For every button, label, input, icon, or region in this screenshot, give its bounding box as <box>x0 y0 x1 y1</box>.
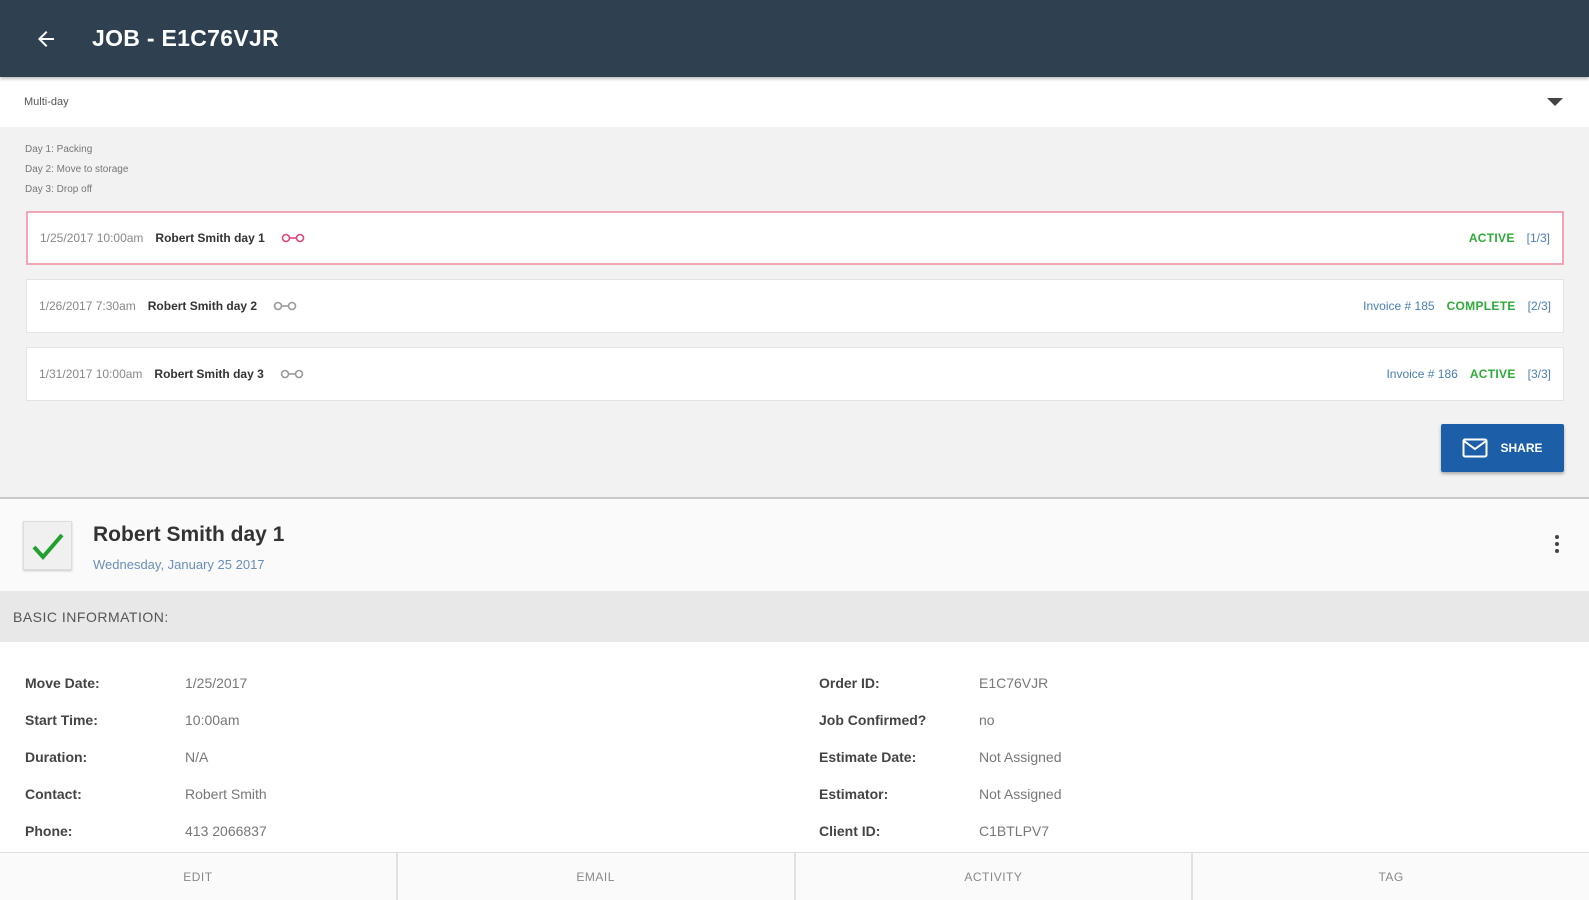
info-value: N/A <box>185 748 209 765</box>
email-button[interactable]: EMAIL <box>398 853 796 900</box>
section-title: BASIC INFORMATION: <box>0 591 1589 642</box>
info-row: Duration: N/A <box>25 738 267 775</box>
info-row: Estimate Date: Not Assigned <box>819 738 1062 775</box>
info-label: Start Time: <box>25 711 98 728</box>
info-label: Client ID: <box>819 822 881 839</box>
status-badge: ACTIVE <box>1469 367 1516 381</box>
info-row: Phone: 413 2066837 <box>25 812 267 849</box>
link-icon <box>273 300 297 312</box>
info-row: Estimator: Not Assigned <box>819 775 1062 812</box>
job-status-checkbox[interactable] <box>23 521 72 570</box>
job-header: Robert Smith day 1 Wednesday, January 25… <box>0 499 1589 591</box>
mail-icon <box>1462 438 1488 458</box>
info-row: Contact: Robert Smith <box>25 775 267 812</box>
more-options-icon[interactable] <box>1545 529 1569 559</box>
basic-info: Move Date: 1/25/2017 Start Time: 10:00am D… <box>0 642 1589 852</box>
note-line: Day 1: Packing <box>25 144 93 155</box>
info-label: Job Confirmed? <box>819 711 927 728</box>
info-column-right: Order ID: E1C76VJR Job Confirmed? no Estim… <box>819 664 1062 849</box>
info-row: Start Time: 10:00am <box>25 701 267 738</box>
back-button[interactable] <box>24 17 68 61</box>
day-count: [2/3] <box>1527 299 1551 313</box>
day-date: 1/25/2017 10:00am <box>40 231 144 245</box>
share-button[interactable]: SHARE <box>1441 424 1564 472</box>
link-icon <box>281 232 305 244</box>
mode-label: Multi-day <box>24 96 69 108</box>
info-row: Client ID: C1BTLPV7 <box>819 812 1062 849</box>
day-name: Robert Smith day 3 <box>154 367 264 381</box>
info-label: Estimate Date: <box>819 748 917 765</box>
info-row: Order ID: E1C76VJR <box>819 664 1062 701</box>
info-value: Robert Smith <box>185 785 267 802</box>
info-value: Not Assigned <box>979 748 1062 765</box>
mode-dropdown[interactable]: Multi-day <box>0 77 1589 127</box>
activity-button[interactable]: ACTIVITY <box>796 853 1194 900</box>
edit-button[interactable]: EDIT <box>0 853 398 900</box>
day-row-2[interactable]: 1/26/2017 7:30am Robert Smith day 2 Invo… <box>26 279 1564 333</box>
day-date: 1/31/2017 10:00am <box>39 367 143 381</box>
day-row-1[interactable]: 1/25/2017 10:00am Robert Smith day 1 ACT… <box>26 211 1564 265</box>
invoice-link[interactable]: Invoice # 186 <box>1386 367 1457 381</box>
app-bar: JOB - E1C76VJR <box>0 0 1589 77</box>
info-label: Phone: <box>25 822 73 839</box>
info-label: Estimator: <box>819 785 889 802</box>
job-date: Wednesday, January 25 2017 <box>93 557 265 572</box>
day-row-3[interactable]: 1/31/2017 10:00am Robert Smith day 3 Inv… <box>26 347 1564 401</box>
bottom-action-bar: EDIT EMAIL ACTIVITY TAG <box>0 852 1589 900</box>
day-count: [3/3] <box>1527 367 1551 381</box>
job-title: Robert Smith day 1 <box>93 523 285 546</box>
info-column-left: Move Date: 1/25/2017 Start Time: 10:00am D… <box>25 664 267 849</box>
info-label: Move Date: <box>25 674 100 691</box>
status-badge: COMPLETE <box>1446 299 1516 313</box>
invoice-link[interactable]: Invoice # 185 <box>1363 299 1434 313</box>
page-title: JOB - E1C76VJR <box>92 25 279 51</box>
info-label: Contact: <box>25 785 82 802</box>
day-name: Robert Smith day 1 <box>155 231 265 245</box>
arrow-left-icon <box>38 30 54 47</box>
link-icon <box>280 368 304 380</box>
chevron-down-icon <box>1547 98 1563 106</box>
info-row: Job Confirmed? no <box>819 701 1062 738</box>
day-name: Robert Smith day 2 <box>147 299 258 313</box>
info-value: C1BTLPV7 <box>979 822 1050 839</box>
info-value: 413 2066837 <box>185 822 267 839</box>
share-label: SHARE <box>1500 441 1543 455</box>
info-value: E1C76VJR <box>979 674 1049 691</box>
day-date: 1/26/2017 7:30am <box>39 299 136 313</box>
note-line: Day 3: Drop off <box>25 184 93 195</box>
info-value: Not Assigned <box>979 785 1062 802</box>
status-badge: ACTIVE <box>1468 231 1515 245</box>
checkmark-icon <box>32 533 64 560</box>
note-line: Day 2: Move to storage <box>25 164 129 175</box>
info-value: 1/25/2017 <box>185 674 248 691</box>
info-label: Duration: <box>25 748 88 765</box>
tag-button[interactable]: TAG <box>1193 853 1589 900</box>
job-notes: Day 1: Packing Day 2: Move to storage Da… <box>25 140 128 200</box>
info-label: Order ID: <box>819 674 880 691</box>
day-count: [1/3] <box>1526 231 1550 245</box>
info-value: 10:00am <box>185 711 240 728</box>
info-row: Move Date: 1/25/2017 <box>25 664 267 701</box>
info-value: no <box>979 711 995 728</box>
